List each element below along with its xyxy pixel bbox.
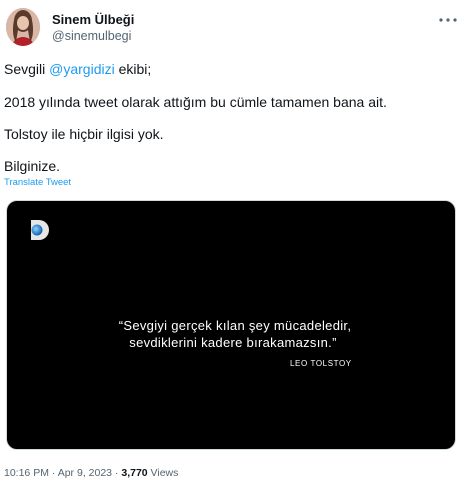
tweet-text-line-4: Bilginize. [4,158,61,174]
meta-separator: · [48,467,58,479]
tweet-meta: 10:16 PM · Apr 9, 2023 · 3,770 Views [4,467,178,479]
tweet-text-suffix: ekibi; [114,61,152,77]
translate-tweet-link[interactable]: Translate Tweet [4,177,71,188]
mention-link[interactable]: @yargidizi [49,61,115,77]
quote-line-1: “Sevgiyi gerçek kılan şey mücadeledir, [118,318,352,333]
more-icon [439,18,457,22]
tweet-header: Sinem Ülbeği @sinemulbegi [0,0,464,60]
tweet-text-line-2: 2018 yılında tweet olarak attığım bu cüm… [4,94,387,110]
tweet-text-line-1: Sevgili @yargidizi ekibi; [4,60,151,78]
kanal-d-logo-icon [27,218,51,247]
avatar-image [6,8,40,46]
views-count: 3,770 [121,467,148,479]
quote-text: “Sevgiyi gerçek kılan şey mücadeledir, s… [7,317,455,351]
user-name[interactable]: Sinem Ülbeği [52,12,134,27]
user-handle[interactable]: @sinemulbegi [52,29,131,43]
quote-author: LEO TOLSTOY [290,359,352,368]
tweet-text-prefix: Sevgili [4,61,50,77]
meta-separator: · [112,467,122,479]
avatar[interactable] [6,8,40,46]
tweet-media-image[interactable]: “Sevgiyi gerçek kılan şey mücadeledir, s… [6,200,456,450]
quote-line-2: sevdiklerini kadere bırakamazsın.” [129,335,337,350]
tweet-time-link[interactable]: 10:16 PM [4,467,49,479]
tweet-text-line-3: Tolstoy ile hiçbir ilgisi yok. [4,126,164,142]
tweet-date-link[interactable]: Apr 9, 2023 [58,467,112,479]
more-options-button[interactable] [437,9,459,31]
views-label: Views [147,467,179,479]
